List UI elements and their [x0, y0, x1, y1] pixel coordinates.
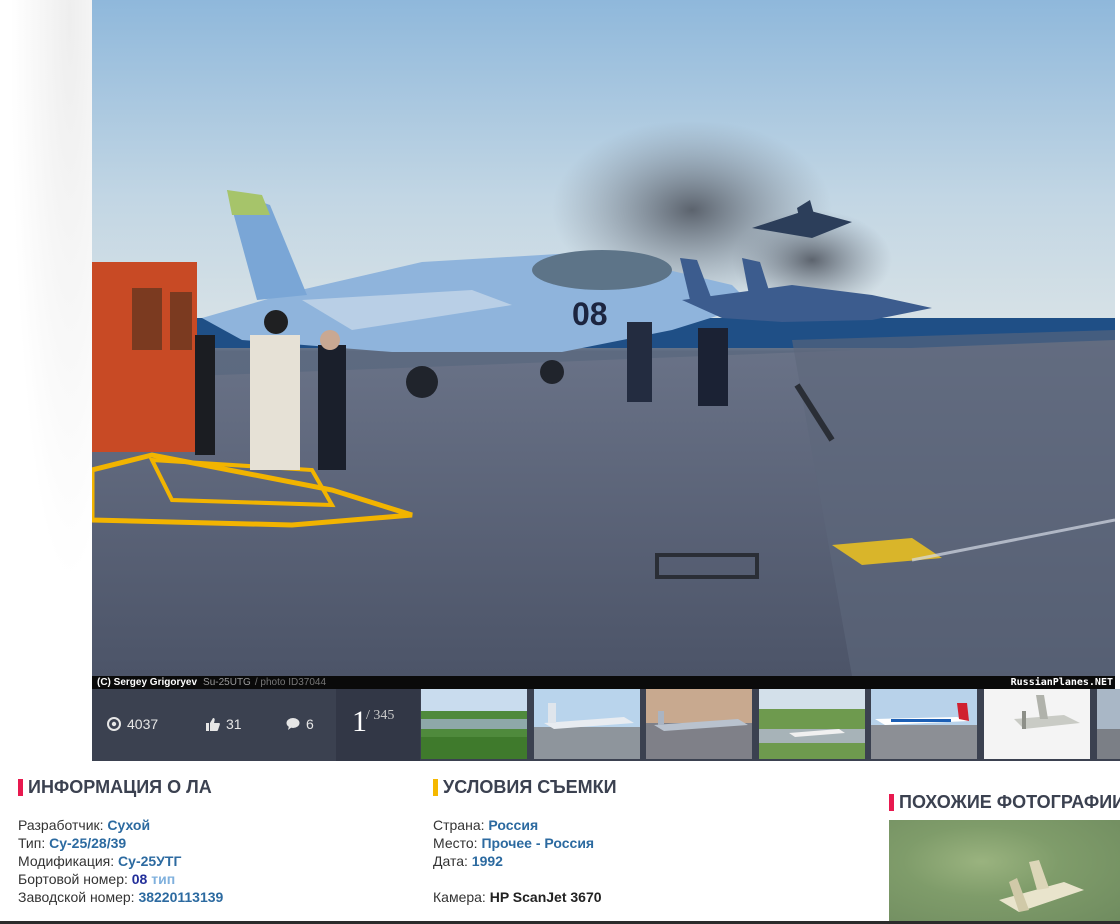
thumb-airshow[interactable] [759, 689, 865, 759]
date-link[interactable]: 1992 [472, 853, 503, 869]
tail-number-marking: 08 [572, 296, 608, 332]
main-photo[interactable]: 08 [92, 0, 1115, 676]
likes-count: 31 [226, 716, 242, 732]
comments-stat[interactable]: 6 [286, 716, 314, 732]
photo-stats-bar: 4037 31 6 1 / 345 [92, 689, 420, 761]
thumb-jet-apron[interactable] [534, 689, 640, 759]
thumb-jet-runway[interactable] [646, 689, 752, 759]
similar-photo-image [999, 860, 1084, 912]
country-label: Страна: [433, 817, 485, 833]
camera-value: HP ScanJet 3670 [489, 889, 602, 905]
country-row: Страна: Россия [433, 816, 602, 834]
developer-label: Разработчик: [18, 817, 104, 833]
spacer-row [433, 870, 602, 888]
date-row: Дата: 1992 [433, 852, 602, 870]
thumb-turboprop-image [984, 689, 1090, 759]
thumbs-up-icon[interactable] [206, 717, 220, 731]
eye-icon [107, 717, 121, 731]
registration-link[interactable]: 08 [132, 871, 148, 887]
aircraft-info-list: Разработчик: Сухой Тип: Су-25/28/39 Моди… [18, 816, 223, 906]
thumb-airfield-aerial-image [421, 689, 527, 759]
similar-photos-heading: ПОХОЖИЕ ФОТОГРАФИИ [889, 792, 1120, 813]
views-stat: 4037 [107, 716, 158, 732]
camera-row: Камера: HP ScanJet 3670 [433, 888, 602, 906]
serial-label: Заводской номер: [18, 889, 135, 905]
thumb-airliner-red-tail[interactable] [871, 689, 977, 759]
photo-caption-bar: (C) Sergey Grigoryev Su-25UTG / photo ID37… [92, 676, 1115, 689]
thumb-airliner-red-tail-image [871, 689, 977, 759]
similar-photo-thumbnail[interactable] [889, 820, 1120, 924]
thumb-jet-runway-image [646, 689, 752, 759]
registration-label: Бортовой номер: [18, 871, 128, 887]
thumb-partial[interactable] [1097, 689, 1120, 759]
modification-row: Модификация: Су-25УТГ [18, 852, 223, 870]
thumb-airfield-aerial[interactable] [421, 689, 527, 759]
modification-link[interactable]: Су-25УТГ [118, 853, 181, 869]
place-link[interactable]: Прочее - Россия [481, 835, 594, 851]
caption-left: (C) Sergey Grigoryev Su-25UTG / photo ID37… [97, 676, 326, 689]
photo-id: / photo ID37044 [254, 677, 327, 688]
serial-row: Заводской номер: 38220113139 [18, 888, 223, 906]
type-link[interactable]: Су-25/28/39 [49, 835, 126, 851]
modification-label: Модификация: [18, 853, 115, 869]
comment-icon[interactable] [286, 717, 300, 731]
aircraft-info-heading: ИНФОРМАЦИЯ О ЛА [18, 777, 212, 798]
total-photos: / 345 [366, 708, 395, 723]
comments-count: 6 [306, 716, 314, 732]
thumb-partial-image [1097, 689, 1120, 759]
page-shadow [0, 0, 92, 680]
type-label: Тип: [18, 835, 46, 851]
current-photo-index: 1 [352, 705, 367, 738]
thumbnail-strip [420, 689, 1120, 761]
date-label: Дата: [433, 853, 468, 869]
thumb-jet-apron-image [534, 689, 640, 759]
developer-link[interactable]: Сухой [107, 817, 150, 833]
site-watermark: RussianPlanes.NET [1010, 677, 1113, 688]
registration-type-link[interactable]: тип [151, 871, 175, 887]
place-label: Место: [433, 835, 478, 851]
photo-model: Su-25UTG [203, 677, 251, 688]
type-row: Тип: Су-25/28/39 [18, 834, 223, 852]
photo-scene: 08 [92, 0, 1115, 676]
registration-row: Бортовой номер: 08 тип [18, 870, 223, 888]
views-count: 4037 [127, 716, 159, 732]
photo-author[interactable]: (C) Sergey Grigoryev [97, 677, 197, 688]
shooting-conditions-list: Страна: Россия Место: Прочее - Россия Да… [433, 816, 602, 906]
developer-row: Разработчик: Сухой [18, 816, 223, 834]
place-row: Место: Прочее - Россия [433, 834, 602, 852]
photo-counter: 1 / 345 [336, 689, 420, 761]
serial-link[interactable]: 38220113139 [138, 889, 223, 905]
camera-label: Камера: [433, 889, 486, 905]
thumb-airshow-image [759, 689, 865, 759]
thumb-turboprop[interactable] [984, 689, 1090, 759]
country-link[interactable]: Россия [488, 817, 538, 833]
likes-stat[interactable]: 31 [206, 716, 242, 732]
shooting-conditions-heading: УСЛОВИЯ СЪЕМКИ [433, 777, 617, 798]
